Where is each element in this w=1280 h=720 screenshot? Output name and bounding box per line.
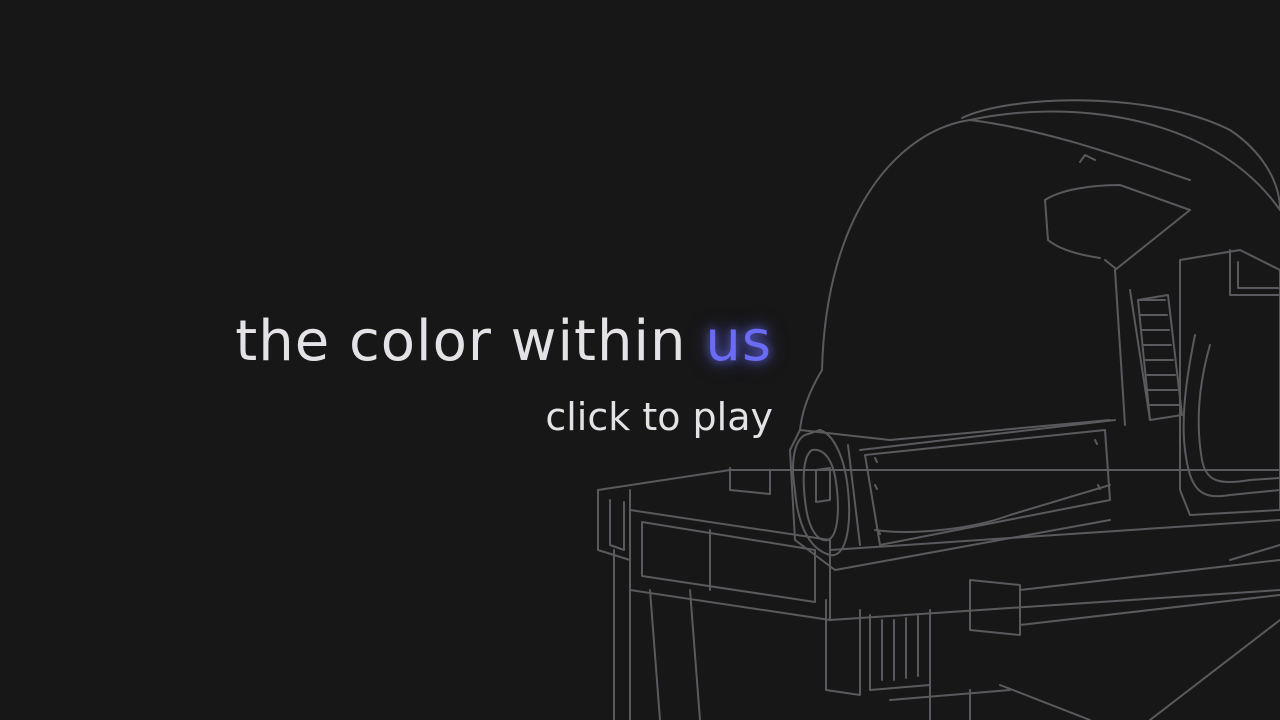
click-to-play-button[interactable]: click to play [545, 395, 773, 440]
space-helmet-icon [789, 99, 1280, 571]
game-title: the color within us [235, 309, 772, 374]
title-accent: us [705, 309, 772, 374]
title-screen[interactable]: the color within us click to play [0, 0, 1280, 720]
crate-icon [597, 467, 1280, 720]
title-main: the color within [235, 309, 687, 374]
